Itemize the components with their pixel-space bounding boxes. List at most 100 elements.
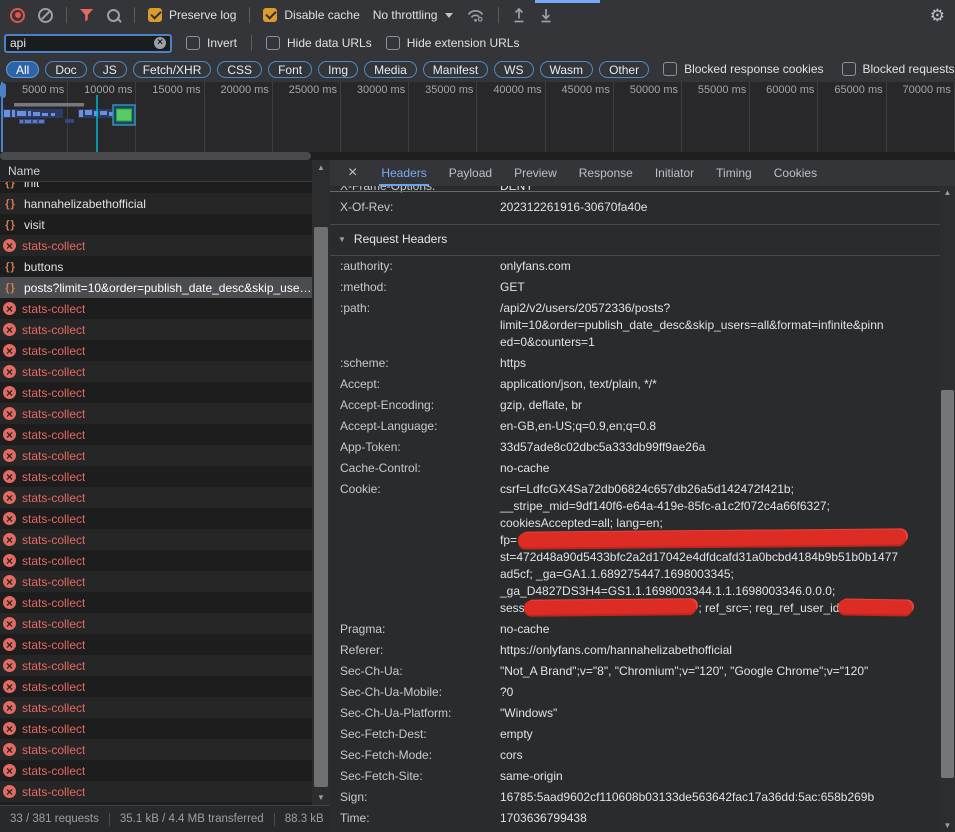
request-row[interactable]: stats-collect <box>0 235 312 256</box>
scroll-up-icon[interactable]: ▲ <box>312 163 330 172</box>
extra-filter-checkbox[interactable]: Blocked response cookies <box>663 62 823 76</box>
request-row[interactable]: stats-collect <box>0 697 312 718</box>
type-filter-pills: All Doc JS Fetch/XHR CSS Font Img Media Manifest… <box>6 61 649 78</box>
request-row[interactable]: stats-collect <box>0 613 312 634</box>
settings-gear-icon[interactable]: ⚙ <box>930 7 945 24</box>
header-row[interactable]: Request Headers <box>330 224 940 256</box>
type-filter-pill[interactable]: All <box>6 61 39 78</box>
disable-cache-checkbox[interactable]: Disable cache <box>263 8 359 22</box>
scroll-down-icon[interactable]: ▼ <box>312 793 330 802</box>
import-har-icon[interactable] <box>512 7 526 23</box>
scroll-down-icon[interactable]: ▼ <box>940 821 955 830</box>
request-row[interactable]: stats-collect <box>0 424 312 445</box>
scrollbar-thumb[interactable] <box>941 390 954 778</box>
record-icon[interactable] <box>10 8 25 23</box>
request-row[interactable]: visit <box>0 214 312 235</box>
hide-data-urls-checkbox[interactable]: Hide data URLs <box>266 36 372 50</box>
type-filter-pill[interactable]: JS <box>93 61 127 78</box>
request-row[interactable]: stats-collect <box>0 382 312 403</box>
extra-filter-checkbox[interactable]: Blocked requests <box>842 62 955 76</box>
request-type-icon <box>3 407 16 420</box>
clear-network-log-icon[interactable] <box>38 8 53 23</box>
request-row[interactable]: stats-collect <box>0 571 312 592</box>
request-row[interactable]: hannahelizabethofficial <box>0 193 312 214</box>
name-column-header[interactable]: Name <box>0 160 312 182</box>
request-row[interactable]: stats-collect <box>0 361 312 382</box>
network-overview-timeline[interactable]: 5000 ms10000 ms15000 ms20000 ms25000 ms3… <box>0 82 955 152</box>
request-row[interactable]: stats-collect <box>0 508 312 529</box>
header-value: no-cache <box>500 460 940 477</box>
filter-input[interactable] <box>10 36 154 50</box>
detail-tab[interactable]: Payload <box>449 160 492 186</box>
chevron-down-icon <box>445 13 453 18</box>
request-row[interactable]: stats-collect <box>0 739 312 760</box>
type-filter-pill[interactable]: Fetch/XHR <box>133 61 212 78</box>
hide-extension-urls-checkbox[interactable]: Hide extension URLs <box>386 36 520 50</box>
request-row[interactable]: stats-collect <box>0 466 312 487</box>
filter-icon[interactable] <box>80 9 93 22</box>
detail-tab[interactable]: Response <box>579 160 633 186</box>
type-filter-pill[interactable]: Manifest <box>423 61 488 78</box>
header-value: /api2/v2/users/20572336/posts? limit=10&… <box>500 300 940 351</box>
request-name: stats-collect <box>22 491 85 505</box>
request-row[interactable]: stats-collect <box>0 529 312 550</box>
request-row[interactable]: stats-collect <box>0 781 312 802</box>
request-row[interactable]: stats-collect <box>0 403 312 424</box>
request-row[interactable]: stats-collect <box>0 550 312 571</box>
export-har-icon[interactable] <box>539 7 553 23</box>
type-filter-pill[interactable]: Font <box>268 61 312 78</box>
request-row[interactable]: posts?limit=10&order=publish_date_desc&s… <box>0 277 312 298</box>
detail-tab[interactable]: Timing <box>716 160 752 186</box>
request-name: visit <box>24 218 45 232</box>
transferred-size: 35.1 kB / 4.4 MB transferred <box>120 813 264 825</box>
request-row[interactable]: init <box>0 182 312 193</box>
header-row: Referer: https://onlyfans.com/hannaheliz… <box>330 640 940 661</box>
request-list-scrollbar[interactable]: ▲ ▼ <box>312 160 330 805</box>
type-filter-pill[interactable]: CSS <box>217 61 262 78</box>
request-row[interactable]: buttons <box>0 256 312 277</box>
request-row[interactable]: stats-collect <box>0 676 312 697</box>
request-type-icon <box>3 470 16 483</box>
detail-tab[interactable]: Initiator <box>655 160 694 186</box>
type-filter-pill[interactable]: Img <box>318 61 358 78</box>
request-type-icon <box>3 554 16 567</box>
scrollbar-thumb[interactable] <box>314 227 328 787</box>
request-row[interactable]: stats-collect <box>0 487 312 508</box>
type-filter-pill[interactable]: Media <box>364 61 417 78</box>
network-conditions-icon[interactable] <box>466 8 485 23</box>
type-filter-pill[interactable]: Other <box>599 61 649 78</box>
request-row[interactable]: stats-collect <box>0 655 312 676</box>
invert-checkbox[interactable]: Invert <box>186 36 237 50</box>
request-name: stats-collect <box>22 344 85 358</box>
header-row: X-Of-Rev: 202312261916-30670fa40e <box>330 197 940 218</box>
request-row[interactable]: stats-collect <box>0 340 312 361</box>
request-row[interactable]: stats-collect <box>0 718 312 739</box>
type-filter-pill[interactable]: Doc <box>45 61 86 78</box>
request-row[interactable]: stats-collect <box>0 319 312 340</box>
scrollbar-thumb[interactable] <box>0 152 311 160</box>
throttling-dropdown[interactable]: No throttling <box>373 8 454 22</box>
request-row[interactable]: stats-collect <box>0 298 312 319</box>
details-scrollbar[interactable]: ▲ ▼ <box>940 186 955 832</box>
request-name: stats-collect <box>22 617 85 631</box>
request-type-icon <box>3 659 16 672</box>
header-row: App-Token: 33d57ade8c02dbc5a333db99ff9ae… <box>330 437 940 458</box>
preserve-log-checkbox[interactable]: Preserve log <box>148 8 236 22</box>
type-filter-pill[interactable]: WS <box>494 61 533 78</box>
request-name: posts?limit=10&order=publish_date_desc&s… <box>24 281 312 295</box>
request-row[interactable]: stats-collect <box>0 445 312 466</box>
checkbox-unchecked-icon <box>663 62 677 76</box>
type-filter-pill[interactable]: Wasm <box>540 61 594 78</box>
request-row[interactable]: stats-collect <box>0 634 312 655</box>
header-name: Accept-Encoding: <box>340 397 500 414</box>
request-row[interactable]: stats-collect <box>0 760 312 781</box>
detail-tab[interactable]: Cookies <box>774 160 817 186</box>
search-icon[interactable] <box>106 8 121 23</box>
scroll-up-icon[interactable]: ▲ <box>940 188 955 197</box>
request-row[interactable]: stats-collect <box>0 592 312 613</box>
detail-tab[interactable]: Preview <box>514 160 557 186</box>
clear-filter-icon[interactable]: × <box>154 37 166 49</box>
close-icon[interactable]: × <box>348 165 357 181</box>
overview-horizontal-scrollbar[interactable] <box>0 152 955 160</box>
detail-tab[interactable]: Headers <box>381 160 426 186</box>
